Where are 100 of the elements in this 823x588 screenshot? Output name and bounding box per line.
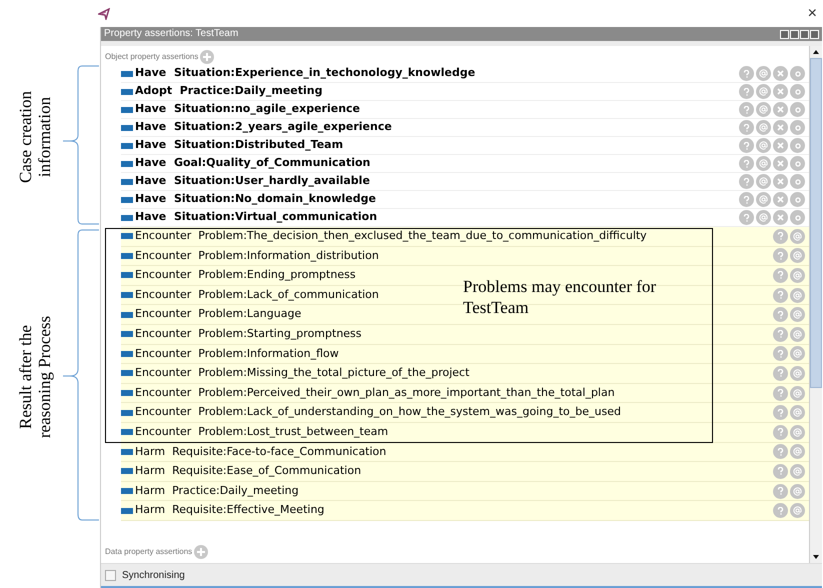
annotate-icon[interactable] [790,307,805,322]
help-icon[interactable] [739,102,754,117]
annotate-icon[interactable] [790,386,805,401]
scroll-thumb[interactable] [810,58,822,388]
delete-icon[interactable] [773,66,788,81]
property-icon [121,468,133,474]
annotate-icon[interactable] [790,503,805,518]
help-icon[interactable] [773,405,788,420]
help-icon[interactable] [773,503,788,518]
annotate-icon[interactable] [790,405,805,420]
help-icon[interactable] [739,120,754,135]
property-icon [121,252,133,259]
delete-icon[interactable] [773,192,788,207]
delete-icon[interactable] [773,84,788,99]
close-button[interactable]: × [808,6,817,22]
assertion-text: Encounter Problem:Information_distribution [135,248,379,264]
help-icon[interactable] [739,174,754,189]
assertion-text: Encounter Problem:Starting_promptness [135,326,362,342]
property-icon [121,350,133,357]
delete-icon[interactable] [773,210,788,225]
help-icon[interactable] [739,192,754,207]
help-icon[interactable] [773,366,788,381]
help-icon[interactable] [739,138,754,153]
add-button[interactable] [194,545,208,559]
section-label: Object property assertions [105,51,198,63]
assertion-text: Have Situation:User_hardly_available [135,173,370,190]
annotate-icon[interactable] [756,156,771,171]
annotate-icon[interactable] [756,66,771,81]
property-icon [121,410,133,416]
help-icon[interactable] [739,156,754,171]
annotate-icon[interactable] [790,248,805,264]
help-icon[interactable] [773,326,788,342]
assertion-text: Have Situation:Experience_in_techonology_knowledge [135,65,476,82]
property-icon [121,508,133,514]
help-icon[interactable] [773,228,788,244]
annotation-label: Result after the reasoning Process [16,314,54,440]
help-icon[interactable] [773,424,788,440]
property-icon [121,312,133,318]
annotate-icon[interactable] [790,424,805,440]
help-icon[interactable] [739,66,754,81]
annotate-icon[interactable] [790,346,805,362]
property-icon [121,124,133,130]
annotate-icon[interactable] [790,288,805,303]
assertion-text: Have Situation:Distributed_Team [135,137,344,154]
annotate-icon[interactable] [756,192,771,207]
help-icon[interactable] [773,484,788,499]
property-icon [121,106,133,112]
property-icon [121,272,133,278]
help-icon[interactable] [739,84,754,99]
property-icon [121,178,133,184]
delete-icon[interactable] [773,120,788,135]
annotate-icon[interactable] [790,464,805,479]
delete-icon[interactable] [773,156,788,171]
help-icon[interactable] [773,288,788,303]
help-icon[interactable] [773,444,788,460]
annotate-icon[interactable] [790,484,805,499]
annotate-icon[interactable] [790,326,805,342]
annotate-icon[interactable] [756,120,771,135]
annotate-icon[interactable] [756,174,771,189]
property-icon [121,233,133,240]
property-icon [121,488,133,494]
add-button[interactable] [200,50,214,64]
annotate-icon[interactable] [790,268,805,283]
app-logo-icon [98,8,110,20]
annotate-icon[interactable] [756,138,771,153]
property-icon [121,160,133,166]
assertion-text: Encounter Problem:Ending_promptness [135,267,356,284]
note-text: Problems may encounter for TestTeam [463,276,658,318]
annotate-icon[interactable] [756,210,771,225]
property-icon [121,292,133,298]
assertion-text: Encounter Problem:Lack_of_communication [135,286,379,303]
property-icon [121,429,133,436]
help-icon[interactable] [773,268,788,283]
assertion-text: Encounter Problem:Lost_trust_between_team [135,424,388,440]
assertion-text: Have Goal:Quality_of_Communication [135,155,370,172]
help-icon[interactable] [739,210,754,225]
assertion-text: Harm Requisite:Face-to-face_Communication [135,444,386,460]
annotate-icon[interactable] [756,84,771,99]
property-icon [121,448,133,455]
help-icon[interactable] [773,464,788,479]
help-icon[interactable] [773,386,788,401]
sync-checkbox[interactable] [105,570,116,580]
delete-icon[interactable] [773,102,788,117]
property-icon [121,390,133,396]
annotate-icon[interactable] [790,228,805,244]
help-icon[interactable] [773,307,788,322]
assertion-text: Have Situation:Virtual_communication [135,209,378,226]
delete-icon[interactable] [773,138,788,153]
scrollbar[interactable] [809,46,822,563]
delete-icon[interactable] [773,174,788,189]
annotate-icon[interactable] [756,102,771,117]
help-icon[interactable] [773,248,788,264]
assertion-text: Harm Requisite:Effective_Meeting [135,502,324,518]
annotate-icon[interactable] [790,444,805,460]
help-icon[interactable] [773,346,788,362]
property-icon [121,196,133,202]
section-label: Data property assertions [105,546,192,558]
assertion-text: Encounter Problem:Language [135,306,302,322]
annotate-icon[interactable] [790,366,805,381]
property-icon [121,70,133,76]
